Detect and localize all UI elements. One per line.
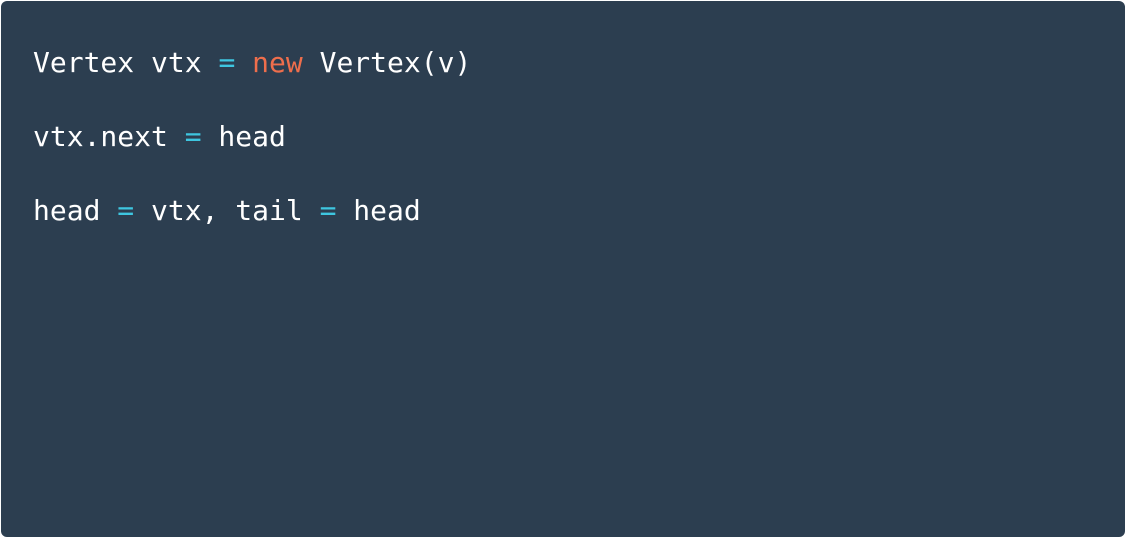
assignment-operator: = <box>218 46 236 79</box>
code-text: vtx, tail <box>134 194 320 227</box>
assignment-operator: = <box>117 194 135 227</box>
code-text: head <box>201 120 286 153</box>
code-panel: Vertex vtx = new Vertex(v) vtx.next = he… <box>1 1 1125 537</box>
code-text: head <box>336 194 421 227</box>
assignment-operator: = <box>319 194 337 227</box>
code-line-1: Vertex vtx = new Vertex(v) <box>33 44 1125 82</box>
code-text: Vertex vtx <box>33 46 219 79</box>
code-text: Vertex(v) <box>302 46 472 79</box>
code-line-2: vtx.next = head <box>33 118 1125 156</box>
new-keyword: new <box>252 46 303 79</box>
code-line-3: head = vtx, tail = head <box>33 192 1125 230</box>
code-text: head <box>33 194 118 227</box>
code-text: vtx.next <box>33 120 185 153</box>
assignment-operator: = <box>184 120 202 153</box>
